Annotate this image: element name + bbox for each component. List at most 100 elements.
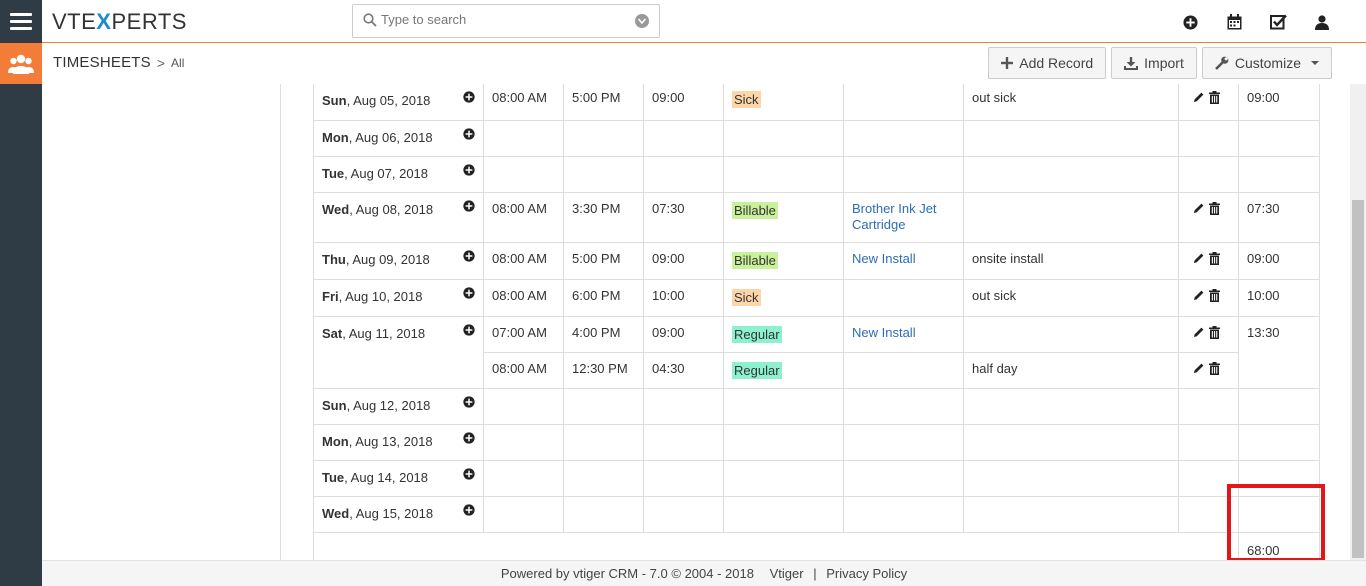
add-record-label: Add Record: [1019, 55, 1094, 71]
day-total: 09:00: [1247, 251, 1280, 266]
day-total: [1239, 461, 1319, 469]
edit-pencil-icon[interactable]: [1193, 362, 1205, 378]
download-icon: [1124, 56, 1139, 70]
description: onsite install: [972, 251, 1044, 266]
end-time: 3:30 PM: [572, 201, 621, 216]
delete-trash-icon[interactable]: [1209, 362, 1220, 378]
edit-pencil-icon[interactable]: [1193, 202, 1205, 218]
customize-button[interactable]: Customize: [1201, 47, 1332, 79]
duration-cell: [643, 120, 724, 157]
users-module-icon[interactable]: [0, 43, 42, 84]
day-row: Mon, Aug 06, 2018: [313, 120, 1320, 157]
add-entry-icon[interactable]: [463, 91, 475, 106]
calendar-icon[interactable]: [1212, 12, 1256, 32]
related-cell: New Install: [843, 316, 964, 353]
grand-total-row: 68:00: [313, 532, 1320, 560]
duration-cell: [643, 424, 724, 461]
scrollbar-thumb[interactable]: [1352, 200, 1364, 558]
type-badge: Billable: [732, 252, 778, 269]
edit-pencil-icon[interactable]: [1193, 326, 1205, 342]
day-label: Wed, Aug 08, 2018: [322, 202, 434, 217]
start-time: 08:00 AM: [492, 251, 547, 266]
delete-trash-icon[interactable]: [1209, 289, 1220, 305]
related-link: [844, 280, 963, 288]
duration: 10:00: [652, 288, 685, 303]
breadcrumb: TIMESHEETS > All: [53, 54, 184, 71]
add-entry-icon[interactable]: [463, 504, 475, 519]
edit-pencil-icon[interactable]: [1193, 252, 1205, 268]
description: [964, 317, 1178, 325]
end-time: 12:30 PM: [572, 361, 628, 376]
add-entry-icon[interactable]: [463, 250, 475, 265]
quick-create-icon[interactable]: [1168, 12, 1212, 32]
hamburger-menu-icon[interactable]: [0, 0, 42, 42]
day-row: Thu, Aug 09, 2018 08:00 AM 5:00 PM 09:00 Bil…: [313, 242, 1320, 280]
related-cell: Brother Ink Jet Cartridge: [843, 192, 964, 243]
edit-pencil-icon[interactable]: [1193, 289, 1205, 305]
add-entry-icon[interactable]: [463, 164, 475, 179]
start-time-cell: [483, 460, 564, 497]
add-entry-icon[interactable]: [463, 396, 475, 411]
duration-cell: [643, 496, 724, 533]
end-time-cell: [563, 388, 644, 425]
top-header: VTEXPERTS: [42, 0, 1366, 43]
footer-vtiger-link[interactable]: Vtiger: [770, 566, 804, 581]
duration-cell: [643, 388, 724, 425]
global-search[interactable]: [352, 4, 660, 38]
related-link[interactable]: New Install: [844, 317, 963, 341]
delete-trash-icon[interactable]: [1209, 91, 1220, 107]
start-time-cell: 08:00 AM: [483, 279, 564, 317]
footer-privacy-link[interactable]: Privacy Policy: [826, 566, 907, 581]
add-entry-icon[interactable]: [463, 324, 475, 339]
current-view[interactable]: All: [171, 56, 184, 70]
vtexperts-logo[interactable]: VTEXPERTS: [52, 9, 187, 35]
day-row: Wed, Aug 08, 2018 08:00 AM 3:30 PM 07:30 Bil…: [313, 192, 1320, 243]
add-record-button[interactable]: Add Record: [988, 47, 1107, 79]
related-link[interactable]: New Install: [844, 243, 963, 267]
footer: Powered by vtiger CRM - 7.0 © 2004 - 201…: [42, 560, 1366, 586]
add-entry-icon[interactable]: [463, 468, 475, 483]
delete-trash-icon[interactable]: [1209, 202, 1220, 218]
delete-trash-icon[interactable]: [1209, 326, 1220, 342]
start-time-cell: 08:00 AM: [483, 192, 564, 243]
related-link[interactable]: Brother Ink Jet Cartridge: [844, 193, 963, 233]
total-spacer: [313, 532, 1239, 560]
edit-pencil-icon[interactable]: [1193, 91, 1205, 107]
description-cell: out sick: [963, 279, 1179, 317]
search-dropdown-icon[interactable]: [635, 14, 649, 28]
related-cell: [843, 352, 964, 389]
add-entry-icon[interactable]: [463, 200, 475, 215]
description-cell: [963, 156, 1179, 193]
user-profile-icon[interactable]: [1300, 12, 1344, 32]
plus-icon: [1001, 57, 1014, 69]
type-badge: Billable: [732, 202, 778, 219]
delete-trash-icon[interactable]: [1209, 252, 1220, 268]
breadcrumb-separator: >: [156, 54, 166, 71]
logo-text-post: PERTS: [111, 9, 187, 34]
day-label: Sun, Aug 05, 2018: [322, 93, 431, 108]
side-panel: [42, 84, 281, 560]
day-total: 13:30: [1247, 325, 1280, 340]
duration-cell: [643, 460, 724, 497]
day-label: Tue, Aug 14, 2018: [322, 470, 429, 485]
module-title[interactable]: TIMESHEETS: [53, 54, 151, 71]
footer-separator: |: [813, 566, 817, 581]
day-row: Wed, Aug 15, 2018: [313, 496, 1320, 533]
add-entry-icon[interactable]: [463, 287, 475, 302]
description: out sick: [972, 90, 1017, 105]
day-label: Fri, Aug 10, 2018: [322, 289, 423, 304]
type-cell: [723, 424, 844, 461]
search-input[interactable]: [381, 12, 621, 27]
add-entry-icon[interactable]: [463, 128, 475, 143]
add-entry-icon[interactable]: [463, 432, 475, 447]
import-button[interactable]: Import: [1111, 47, 1197, 79]
day-row: Sun, Aug 12, 2018: [313, 388, 1320, 425]
vertical-scrollbar[interactable]: [1350, 84, 1366, 560]
tasks-checkbox-icon[interactable]: [1256, 12, 1300, 32]
day-label: Mon, Aug 06, 2018: [322, 130, 433, 145]
duration-cell: 09:00: [643, 242, 724, 280]
description-cell: [963, 496, 1179, 533]
day-row: Mon, Aug 13, 2018: [313, 424, 1320, 461]
chevron-down-icon: [1311, 61, 1319, 65]
description-cell: out sick: [963, 84, 1179, 121]
